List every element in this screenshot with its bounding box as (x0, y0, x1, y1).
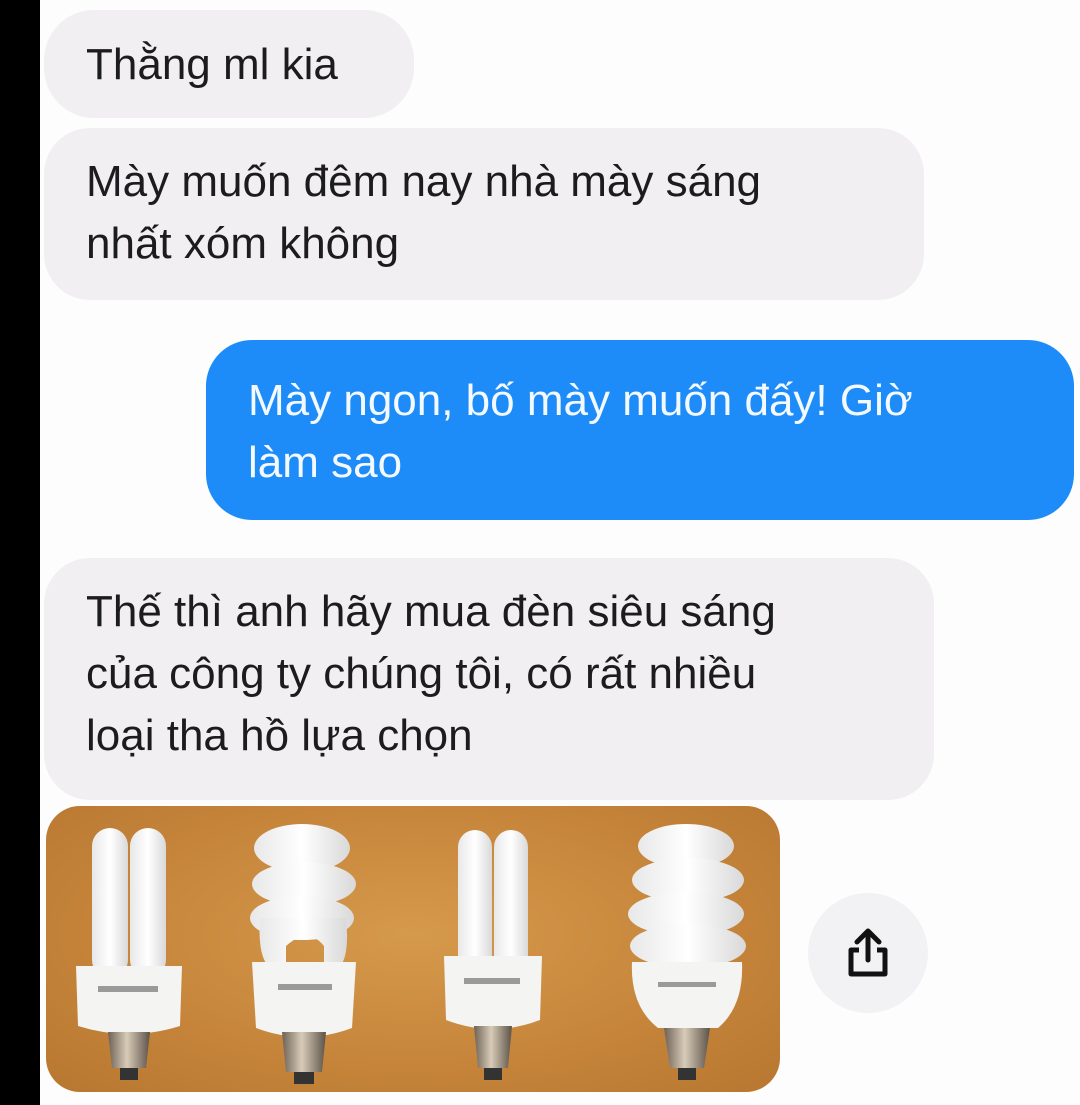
incoming-message-bubble[interactable]: Thế thì anh hãy mua đèn siêu sáng của cô… (44, 558, 934, 800)
bulb-spiral-icon (250, 824, 356, 1084)
message-text: Mày ngon, bố mày muốn đấy! Giờ (248, 376, 913, 425)
chat-screen: Thằng ml kia Mày muốn đêm nay nhà mày sá… (40, 0, 1080, 1105)
message-text: làm sao (248, 438, 403, 487)
bulb-full-spiral-icon (628, 824, 746, 1080)
share-button[interactable] (808, 893, 928, 1013)
bulb-straight-icon (444, 830, 542, 1080)
share-icon (848, 928, 888, 977)
message-text: Thằng ml kia (86, 40, 338, 89)
incoming-message-bubble[interactable]: Mày muốn đêm nay nhà mày sáng nhất xóm k… (44, 128, 924, 300)
bulb-straight-icon (76, 828, 182, 1080)
image-attachment[interactable] (46, 806, 780, 1092)
light-bulbs-image (76, 824, 746, 1084)
message-text: nhất xóm không (86, 219, 400, 268)
message-text: Mày muốn đêm nay nhà mày sáng (86, 157, 762, 206)
message-text: Thế thì anh hãy mua đèn siêu sáng (86, 587, 776, 636)
message-text: loại tha hồ lựa chọn (86, 711, 473, 760)
message-text: của công ty chúng tôi, có rất nhiều (86, 649, 757, 698)
incoming-message-bubble[interactable]: Thằng ml kia (44, 10, 414, 118)
outgoing-message-bubble[interactable]: Mày ngon, bố mày muốn đấy! Giờ làm sao (206, 340, 1074, 520)
